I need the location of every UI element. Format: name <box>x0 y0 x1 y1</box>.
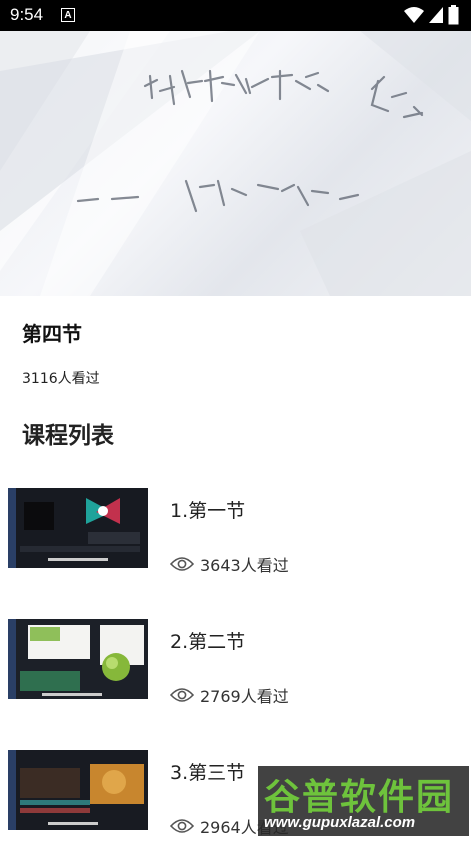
battery-icon <box>448 5 459 25</box>
signal-icon <box>429 7 443 23</box>
course-item-title: 3.第三节 <box>170 762 246 784</box>
course-thumbnail <box>8 619 148 699</box>
course-item-views: 3643人看过 <box>170 552 289 576</box>
video-player[interactable] <box>0 31 471 296</box>
eye-icon <box>170 819 194 833</box>
course-thumbnail <box>8 750 148 830</box>
eye-icon <box>170 557 194 571</box>
wifi-icon <box>404 7 424 23</box>
video-frame-art <box>0 31 471 296</box>
course-item-title: 1.第一节 <box>170 500 246 522</box>
eye-icon <box>170 688 194 702</box>
course-list-heading: 课程列表 <box>22 423 114 449</box>
status-icons <box>404 5 459 25</box>
lesson-title: 第四节 <box>22 322 82 346</box>
watermark-brand: 谷普软件园 <box>264 777 455 818</box>
status-bar: 9:54 A <box>0 0 471 31</box>
status-time: 9:54 <box>10 5 44 24</box>
course-thumbnail <box>8 488 148 568</box>
watermark-url: www.gupuxlazal.com <box>264 814 416 831</box>
notification-icon: A <box>61 8 75 22</box>
course-item-2[interactable]: 2.第二节 2769人看过 <box>0 619 471 729</box>
course-item-views-text: 2769人看过 <box>200 687 289 706</box>
course-item-views: 2769人看过 <box>170 683 289 707</box>
site-watermark: 谷普软件园 www.gupuxlazal.com <box>258 766 469 836</box>
lesson-views: 3116人看过 <box>22 371 100 387</box>
course-item-1[interactable]: 1.第一节 3643人看过 <box>0 488 471 598</box>
course-item-title: 2.第二节 <box>170 631 246 653</box>
course-item-views-text: 3643人看过 <box>200 556 289 575</box>
